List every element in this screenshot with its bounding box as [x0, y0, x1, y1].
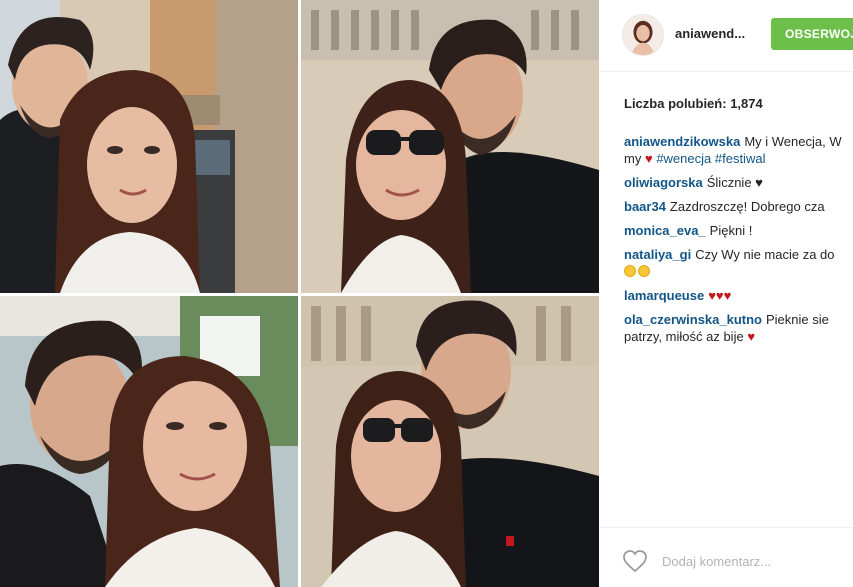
list-item: aniawendzikowska My i Wenecja, W my ♥ #we… — [624, 133, 853, 167]
photo-tile-square — [301, 296, 599, 587]
comment-username[interactable]: oliwiagorska — [624, 175, 703, 190]
likes-label: Liczba polubień: — [624, 96, 727, 111]
comment-text: Ślicznie ♥ — [706, 175, 763, 190]
heart-emoji-icon: ♥ — [747, 329, 756, 344]
comment-text: Zazdroszczę! Dobrego cza — [669, 199, 825, 214]
comment-username[interactable]: nataliya_gi — [624, 247, 691, 262]
comment-text: My i Wenecja, W — [744, 134, 842, 149]
comment-text-line2: patrzy, miłość az bije — [624, 329, 744, 344]
post-photo[interactable] — [0, 0, 600, 587]
post-sidebar: aniawend... OBSERWOJ Liczba polubień: 1,… — [600, 0, 853, 587]
comment-text: Pieknie sie — [766, 312, 829, 327]
heart-outline-icon[interactable] — [622, 549, 648, 573]
follow-button[interactable]: OBSERWOJ — [771, 18, 853, 50]
comment-input[interactable] — [662, 554, 842, 569]
list-item: ola_czerwinska_kutno Pieknie sie patrzy, … — [624, 311, 853, 345]
comment-text: Czy Wy nie macie za do — [695, 247, 835, 262]
post-author-username[interactable]: aniawend... — [675, 26, 745, 41]
comment-username[interactable]: lamarqueuse — [624, 288, 704, 303]
heart-emoji-icon: ♥ — [644, 151, 653, 166]
list-item: oliwiagorska Ślicznie ♥ — [624, 174, 853, 191]
list-item: monica_eva_ Piękni ! — [624, 222, 853, 239]
list-item: nataliya_gi Czy Wy nie macie za do — [624, 246, 853, 280]
photo-tile-canal — [0, 0, 298, 293]
likes-count[interactable]: Liczba polubień: 1,874 — [624, 96, 763, 111]
comment-text: Piękni ! — [709, 223, 753, 238]
comment-username[interactable]: baar34 — [624, 199, 666, 214]
list-item: baar34 Zazdroszczę! Dobrego cza — [624, 198, 853, 215]
kiss-emoji-icon — [638, 265, 650, 277]
heart-emoji-icon: ♥♥♥ — [708, 288, 732, 303]
comments-list: aniawendzikowska My i Wenecja, W my ♥ #we… — [624, 133, 853, 352]
comment-username[interactable]: aniawendzikowska — [624, 134, 740, 149]
avatar[interactable] — [622, 14, 664, 56]
hashtag-link[interactable]: #wenecja — [656, 151, 711, 166]
comment-username[interactable]: ola_czerwinska_kutno — [624, 312, 762, 327]
comment-text-line2: my — [624, 151, 642, 166]
hashtag-link[interactable]: #festiwal — [715, 151, 766, 166]
photo-tile-piazza — [301, 0, 599, 293]
likes-number: 1,874 — [730, 96, 763, 111]
list-item: lamarqueuse ♥♥♥ — [624, 287, 853, 304]
photo-tile-closeup — [0, 296, 298, 587]
smiley-emoji-icon — [624, 265, 636, 277]
comment-bar — [600, 527, 853, 587]
post-header: aniawend... OBSERWOJ — [600, 0, 853, 72]
comment-username[interactable]: monica_eva_ — [624, 223, 706, 238]
